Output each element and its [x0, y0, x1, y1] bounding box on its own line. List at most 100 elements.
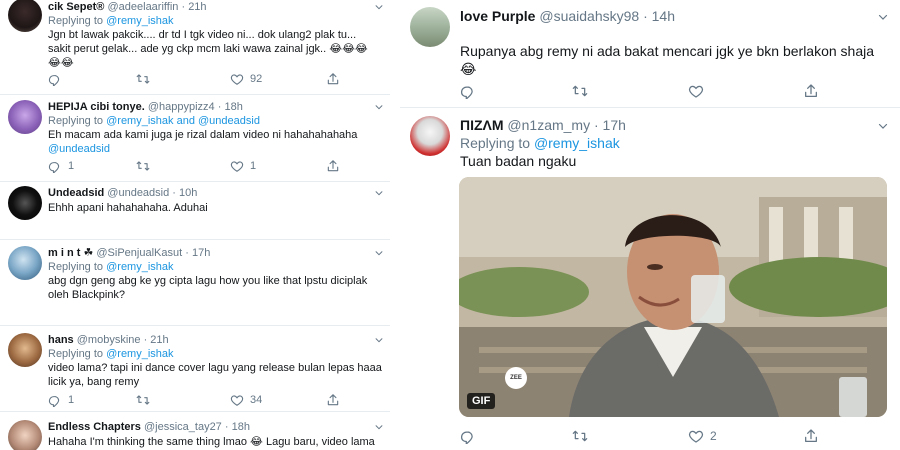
tweet-text: abg dgn geng abg ke yg cipta lagu how yo… [48, 275, 368, 301]
display-name[interactable]: cik Sepet® [48, 1, 104, 13]
reply-button[interactable] [460, 83, 476, 99]
chevron-down-icon[interactable] [374, 335, 384, 345]
mention-link[interactable]: @remy_ishak [106, 348, 173, 360]
user-handle[interactable]: @n1zam_my [507, 117, 590, 133]
replying-to: Replying to @remy_ishak [48, 348, 174, 360]
display-name[interactable]: hans [48, 334, 74, 346]
timestamp[interactable]: 17h [192, 247, 210, 259]
user-handle[interactable]: @adeelaariffin [107, 1, 178, 13]
display-name[interactable]: love Purple [460, 8, 535, 24]
tweet[interactable]: love Purple @suaidahsky98 · 14h Rupanya … [400, 0, 900, 108]
share-icon [326, 72, 340, 86]
timestamp[interactable]: 21h [188, 1, 206, 13]
share-icon [803, 428, 819, 444]
share-icon [326, 393, 340, 407]
user-handle[interactable]: @undeadsid [107, 187, 169, 199]
like-icon [688, 428, 704, 444]
timestamp[interactable]: 18h [224, 101, 242, 113]
retweet-icon [572, 428, 588, 444]
display-name[interactable]: HEPIJA cibi tonye. [48, 101, 145, 113]
retweet-icon [572, 83, 588, 99]
chevron-down-icon[interactable] [374, 2, 384, 12]
mention-link[interactable]: @remy_ishak [106, 261, 173, 273]
avatar[interactable] [410, 116, 450, 156]
chevron-down-icon[interactable] [374, 248, 384, 258]
avatar[interactable] [8, 333, 42, 367]
timestamp[interactable]: 14h [652, 8, 675, 24]
timestamp[interactable]: 18h [232, 421, 250, 433]
chevron-down-icon[interactable] [877, 120, 889, 132]
avatar[interactable] [8, 420, 42, 450]
avatar[interactable] [8, 100, 42, 134]
timestamp[interactable]: 10h [179, 187, 197, 199]
like-button[interactable]: 92 [230, 72, 262, 86]
retweet-button[interactable] [136, 393, 150, 407]
user-handle[interactable]: @mobyskine [77, 334, 141, 346]
mention-link[interactable]: @remy_ishak [534, 135, 620, 151]
reply-icon [460, 428, 476, 444]
replying-to: Replying to @remy_ishak [48, 261, 174, 273]
tweet-text: Tuan badan ngaku [460, 153, 577, 169]
reply-button[interactable]: 1 [48, 393, 74, 407]
user-handle[interactable]: @suaidahsky98 [539, 8, 639, 24]
share-icon [326, 159, 340, 173]
share-button[interactable] [803, 83, 819, 99]
gif-media[interactable]: ZEE GIF [459, 177, 887, 417]
avatar[interactable] [8, 186, 42, 220]
share-button[interactable] [803, 428, 819, 444]
reply-button[interactable]: 1 [48, 159, 74, 173]
mention-link[interactable]: @remy_ishak [106, 115, 173, 127]
like-button[interactable]: 1 [230, 159, 256, 173]
avatar[interactable] [8, 0, 42, 32]
display-name[interactable]: Undeadsid [48, 187, 104, 199]
timestamp[interactable]: 17h [603, 117, 626, 133]
user-handle[interactable]: @jessica_tay27 [144, 421, 222, 433]
retweet-button[interactable] [136, 72, 150, 86]
like-button[interactable] [688, 83, 704, 99]
tweet[interactable]: HEPIJA cibi tonye. @happypizz4 · 18h Rep… [0, 95, 390, 182]
retweet-button[interactable] [572, 83, 588, 99]
reply-count: 1 [68, 160, 75, 172]
tweet[interactable]: Undeadsid @undeadsid · 10h Ehhh apani ha… [0, 182, 390, 240]
reply-icon [48, 393, 62, 407]
avatar[interactable] [8, 246, 42, 280]
like-icon [230, 159, 244, 173]
share-icon [803, 83, 819, 99]
reply-button[interactable] [460, 428, 476, 444]
tweet-text: Jgn bt lawak pakcik.... dr td I tgk vide… [48, 29, 368, 69]
user-handle[interactable]: @SiPenjualKasut [96, 247, 182, 259]
retweet-button[interactable] [136, 159, 150, 173]
mention-link[interactable]: @undeadsid [198, 115, 260, 127]
display-name[interactable]: m i n t ☘ [48, 247, 93, 259]
tweet[interactable]: m i n t ☘ @SiPenjualKasut · 17h Replying… [0, 240, 390, 326]
chevron-down-icon[interactable] [877, 11, 889, 23]
tweet[interactable]: ПIZΛM @n1zam_my · 17h Replying to @remy_… [400, 108, 900, 450]
retweet-icon [136, 159, 150, 173]
display-name[interactable]: Endless Chapters [48, 421, 141, 433]
share-button[interactable] [326, 393, 340, 407]
tweet[interactable]: cik Sepet® @adeelaariffin · 21h Replying… [0, 0, 390, 95]
display-name[interactable]: ПIZΛM [460, 117, 504, 133]
timestamp[interactable]: 21h [150, 334, 168, 346]
chevron-down-icon[interactable] [374, 188, 384, 198]
tweet-actions [460, 83, 880, 99]
like-button[interactable]: 2 [688, 428, 717, 444]
user-handle[interactable]: @happypizz4 [148, 101, 215, 113]
mention-link[interactable]: @undeadsid [48, 142, 388, 156]
mention-link[interactable]: @remy_ishak [106, 15, 173, 27]
tweet[interactable]: hans @mobyskine · 21h Replying to @remy_… [0, 326, 390, 412]
avatar[interactable] [410, 7, 450, 47]
chevron-down-icon[interactable] [374, 422, 384, 432]
retweet-icon [136, 393, 150, 407]
reply-button[interactable] [48, 72, 62, 86]
like-button[interactable]: 34 [230, 393, 262, 407]
tweet[interactable]: Endless Chapters @jessica_tay27 · 18h Ha… [0, 412, 390, 450]
like-icon [230, 72, 244, 86]
tweet-actions: 2 [460, 428, 880, 444]
retweet-button[interactable] [572, 428, 588, 444]
share-button[interactable] [326, 159, 340, 173]
separator-dot: · [217, 101, 222, 113]
tweet-actions: 1 1 [48, 159, 378, 175]
share-button[interactable] [326, 72, 340, 86]
chevron-down-icon[interactable] [374, 102, 384, 112]
